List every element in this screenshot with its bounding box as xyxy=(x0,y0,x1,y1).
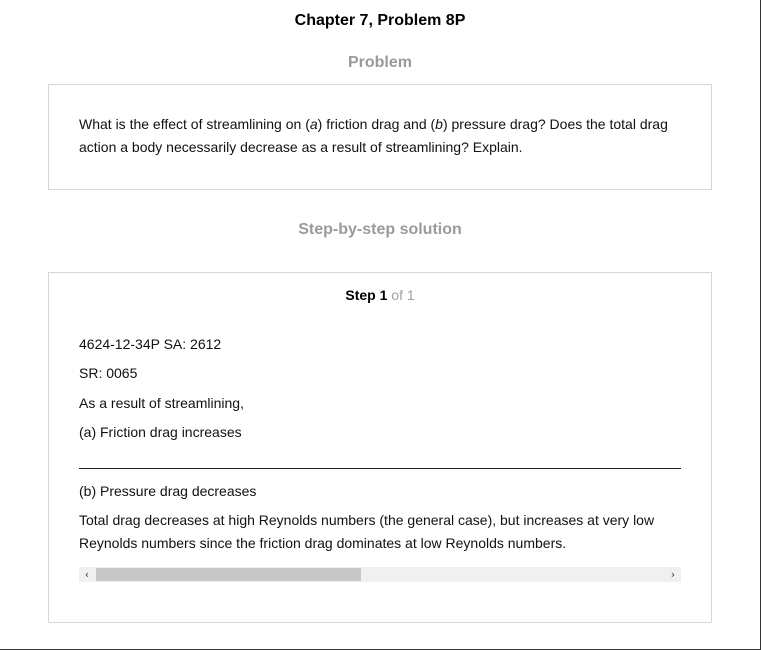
chevron-right-icon[interactable]: › xyxy=(665,567,681,582)
step-header: Step 1 of 1 xyxy=(49,287,711,303)
step-number: 1 xyxy=(379,287,388,303)
horizontal-scrollbar[interactable]: ‹ › xyxy=(79,567,681,582)
divider xyxy=(79,468,681,469)
step-label: Step xyxy=(345,287,376,303)
solution-total-drag-text: Total drag decreases at high Reynolds nu… xyxy=(79,512,655,551)
problem-text-a: a xyxy=(309,116,318,132)
solution-line-pressure: (b) Pressure drag decreases xyxy=(79,483,257,499)
solution-card: Step 1 of 1 4624-12-34P SA: 2612 SR: 006… xyxy=(48,272,712,623)
problem-text-part-2: ) friction drag and ( xyxy=(317,116,436,132)
problem-heading: Problem xyxy=(347,54,412,71)
chapter-title: Chapter 7, Problem 8P xyxy=(294,12,466,29)
solution-line-sr: SR: 0065 xyxy=(79,365,138,381)
scrollbar-thumb[interactable] xyxy=(96,568,361,581)
solution-heading: Step-by-step solution xyxy=(298,221,462,238)
chevron-left-icon[interactable]: ‹ xyxy=(79,567,95,582)
problem-card: What is the effect of streamlining on (a… xyxy=(48,84,712,190)
problem-text: What is the effect of streamlining on (a… xyxy=(79,113,679,159)
page: Chapter 7, Problem 8P Problem What is th… xyxy=(0,0,761,650)
problem-text-part-1: What is the effect of streamlining on ( xyxy=(79,116,310,132)
problem-text-b: b xyxy=(435,116,443,132)
step-of: of 1 xyxy=(391,287,415,303)
solution-line-id: 4624-12-34P SA: 2612 xyxy=(79,336,222,352)
solution-line-intro: As a result of streamlining, xyxy=(79,395,244,411)
solution-line-friction: (a) Friction drag increases xyxy=(79,424,242,440)
